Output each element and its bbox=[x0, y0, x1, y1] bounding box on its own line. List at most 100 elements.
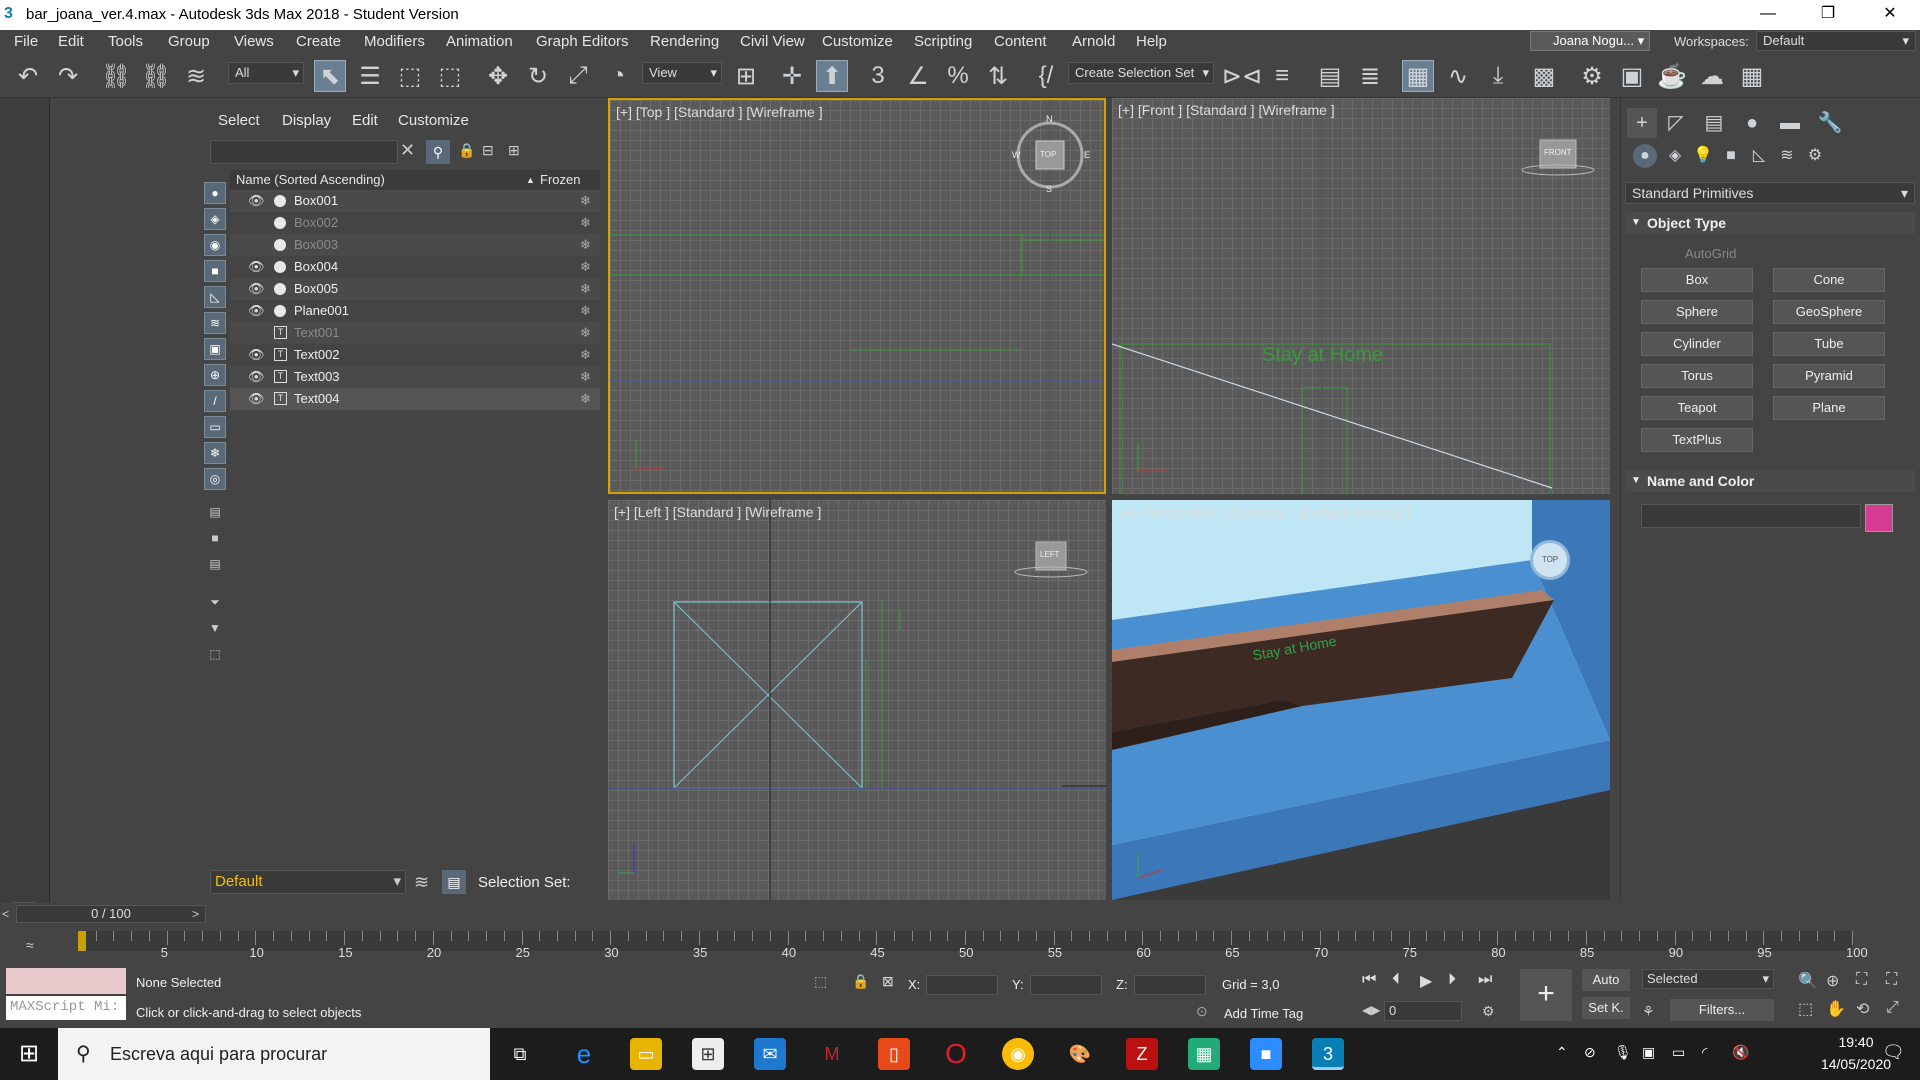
key-mode-icon[interactable]: ◀▶ bbox=[1362, 1003, 1380, 1017]
display-space-warps-icon[interactable]: ≋ bbox=[204, 312, 226, 334]
display-cameras-icon[interactable]: ■ bbox=[204, 260, 226, 282]
create-tab-icon[interactable]: + bbox=[1627, 108, 1657, 138]
isolate-selection-icon[interactable]: ⬚ bbox=[814, 973, 827, 990]
viewport-top[interactable]: [+] [Top ] [Standard ] [Wireframe ] N S … bbox=[608, 98, 1106, 494]
menu-animation[interactable]: Animation bbox=[446, 33, 513, 50]
select-by-name-icon[interactable]: ☰ bbox=[354, 60, 386, 92]
3dsmax-taskbar-icon[interactable]: 3 bbox=[1312, 1038, 1344, 1070]
eye-icon[interactable]: 👁 bbox=[248, 366, 265, 388]
utilities-tab-icon[interactable]: 🔧 bbox=[1815, 108, 1845, 138]
workspace-dropdown[interactable]: Default ▾ bbox=[1756, 31, 1916, 51]
display-none-icon[interactable]: ■ bbox=[204, 528, 226, 550]
auto-key-button[interactable]: Auto bbox=[1582, 969, 1630, 991]
go-to-end-icon[interactable]: ⏭ bbox=[1478, 971, 1492, 989]
eye-icon[interactable]: 👁 bbox=[248, 190, 265, 212]
menu-edit[interactable]: Edit bbox=[58, 33, 84, 50]
menu-modifiers[interactable]: Modifiers bbox=[364, 33, 425, 50]
scene-row-text001[interactable]: T Text001 ❄ bbox=[230, 322, 600, 344]
name-and-color-rollout[interactable]: ▼ Name and Color bbox=[1625, 470, 1915, 492]
display-helpers-icon[interactable]: ◺ bbox=[204, 286, 226, 308]
curve-editor-icon[interactable]: ∿ bbox=[1442, 60, 1474, 92]
keyboard-shortcut-override-icon[interactable]: ⬆ bbox=[816, 60, 848, 92]
key-filter-dropdown[interactable]: Selected ▾ bbox=[1642, 969, 1774, 989]
menu-help[interactable]: Help bbox=[1136, 33, 1167, 50]
menu-customize[interactable]: Customize bbox=[822, 33, 893, 50]
filter-active-icon[interactable]: ▼ bbox=[204, 618, 226, 640]
y-coordinate-field[interactable] bbox=[1030, 975, 1102, 995]
viewport-left[interactable]: [+] [Left ] [Standard ] [Wireframe ] LEF… bbox=[608, 500, 1106, 900]
spinner-snap-icon[interactable]: ⇅ bbox=[982, 60, 1014, 92]
undo-icon[interactable]: ↶ bbox=[12, 60, 44, 92]
maxscript-mini-listener[interactable]: MAXScript Mi: bbox=[6, 996, 126, 1020]
filters-button[interactable]: Filters... bbox=[1670, 999, 1774, 1021]
wifi-icon[interactable]: ◜ bbox=[1702, 1044, 1707, 1061]
display-hidden-icon[interactable]: ◎ bbox=[204, 468, 226, 490]
restore-button[interactable]: ❐ bbox=[1800, 0, 1856, 30]
office-icon[interactable]: ▯ bbox=[878, 1038, 910, 1070]
menu-civil-view[interactable]: Civil View bbox=[740, 33, 805, 50]
torus-button[interactable]: Torus bbox=[1641, 364, 1753, 388]
filezilla-icon[interactable]: Z bbox=[1126, 1038, 1158, 1070]
viewport-perspective[interactable]: [+] [Perspective ] [Standard ] [Default … bbox=[1112, 500, 1610, 900]
scene-row-box004[interactable]: 👁 Box004 ❄ bbox=[230, 256, 600, 278]
next-frame-icon[interactable]: ⏵ bbox=[1448, 971, 1456, 989]
volume-muted-icon[interactable]: 🔇 bbox=[1732, 1044, 1749, 1061]
object-type-rollout[interactable]: ▼ Object Type bbox=[1625, 212, 1915, 234]
taskbar-search-box[interactable]: ⚲ Escreva aqui para procurar bbox=[58, 1028, 490, 1080]
viewcube-perspective[interactable]: TOP bbox=[1530, 540, 1570, 580]
layer-explorer-icon[interactable]: ≣ bbox=[1354, 60, 1386, 92]
set-key-button[interactable]: Set K. bbox=[1582, 997, 1630, 1019]
notifications-icon[interactable]: 🗨 bbox=[1882, 1042, 1905, 1063]
ribbon-toggle-icon[interactable]: ▦ bbox=[1402, 60, 1434, 92]
z-coordinate-field[interactable] bbox=[1134, 975, 1206, 995]
zoom-extents-all-icon[interactable]: ⛶ bbox=[1886, 971, 1897, 989]
viewcube-top-face[interactable]: TOP bbox=[1040, 150, 1056, 159]
render-setup-icon[interactable]: ⚙ bbox=[1576, 60, 1608, 92]
opera-browser-icon[interactable]: O bbox=[940, 1038, 972, 1070]
display-lights-icon[interactable]: ◉ bbox=[204, 234, 226, 256]
percent-snap-icon[interactable]: % bbox=[942, 60, 974, 92]
align-icon[interactable]: ≡ bbox=[1266, 60, 1298, 92]
scene-menu-customize[interactable]: Customize bbox=[398, 112, 469, 129]
display-shapes-icon[interactable]: ◈ bbox=[204, 208, 226, 230]
shapes-subtab-icon[interactable]: ◈ bbox=[1663, 144, 1687, 168]
cone-button[interactable]: Cone bbox=[1773, 268, 1885, 292]
primitives-dropdown[interactable]: Standard Primitives ▾ bbox=[1625, 182, 1915, 204]
filter-funnel-icon[interactable]: ⏷ bbox=[204, 592, 226, 614]
display-frozen-icon[interactable]: ❄ bbox=[204, 442, 226, 464]
mcafee-icon[interactable]: M bbox=[816, 1038, 848, 1070]
invert-display-icon[interactable]: ▤ bbox=[204, 554, 226, 576]
plane-button[interactable]: Plane bbox=[1773, 396, 1885, 420]
scene-menu-edit[interactable]: Edit bbox=[352, 112, 378, 129]
place-icon[interactable]: ◔ bbox=[602, 60, 634, 92]
microsoft-store-icon[interactable]: ⊞ bbox=[692, 1038, 724, 1070]
freeze-icon[interactable]: ❄ bbox=[580, 212, 591, 234]
display-geometry-icon[interactable]: ● bbox=[204, 182, 226, 204]
spacewarps-subtab-icon[interactable]: ≋ bbox=[1775, 144, 1799, 168]
display-icon[interactable]: ▣ bbox=[1642, 1044, 1655, 1061]
scene-row-box001[interactable]: 👁 Box001 ❄ bbox=[230, 190, 600, 212]
freeze-icon[interactable]: ❄ bbox=[580, 256, 591, 278]
motion-tab-icon[interactable]: ● bbox=[1737, 108, 1767, 138]
schematic-view-icon[interactable]: ⤓ bbox=[1482, 60, 1514, 92]
rotate-icon[interactable]: ↻ bbox=[522, 60, 554, 92]
freeze-icon[interactable]: ❄ bbox=[580, 300, 591, 322]
freeze-icon[interactable]: ❄ bbox=[580, 234, 591, 256]
lights-subtab-icon[interactable]: 💡 bbox=[1691, 144, 1715, 168]
scale-icon[interactable]: ⤢ bbox=[562, 60, 594, 92]
unlink-icon[interactable]: ⛓ bbox=[140, 60, 172, 92]
close-button[interactable]: ✕ bbox=[1862, 0, 1918, 30]
maximize-viewport-icon[interactable]: ⤢ bbox=[1886, 999, 1899, 1017]
hierarchy-tab-icon[interactable]: ▤ bbox=[1699, 108, 1729, 138]
next-frame-arrow-icon[interactable]: > bbox=[192, 907, 199, 921]
viewport-perspective-label[interactable]: [+] [Perspective ] [Standard ] [Default … bbox=[1118, 504, 1410, 520]
zoom-icon[interactable]: 🔍 bbox=[1798, 971, 1818, 991]
scene-menu-display[interactable]: Display bbox=[282, 112, 331, 129]
eye-icon[interactable]: 👁 bbox=[248, 388, 265, 410]
menu-content[interactable]: Content bbox=[994, 33, 1047, 50]
modify-tab-icon[interactable]: ◸ bbox=[1661, 108, 1691, 138]
object-color-swatch[interactable] bbox=[1865, 504, 1893, 532]
render-cloud-icon[interactable]: ☁ bbox=[1696, 60, 1728, 92]
scene-row-box005[interactable]: 👁 Box005 ❄ bbox=[230, 278, 600, 300]
display-bones-icon[interactable]: / bbox=[204, 390, 226, 412]
